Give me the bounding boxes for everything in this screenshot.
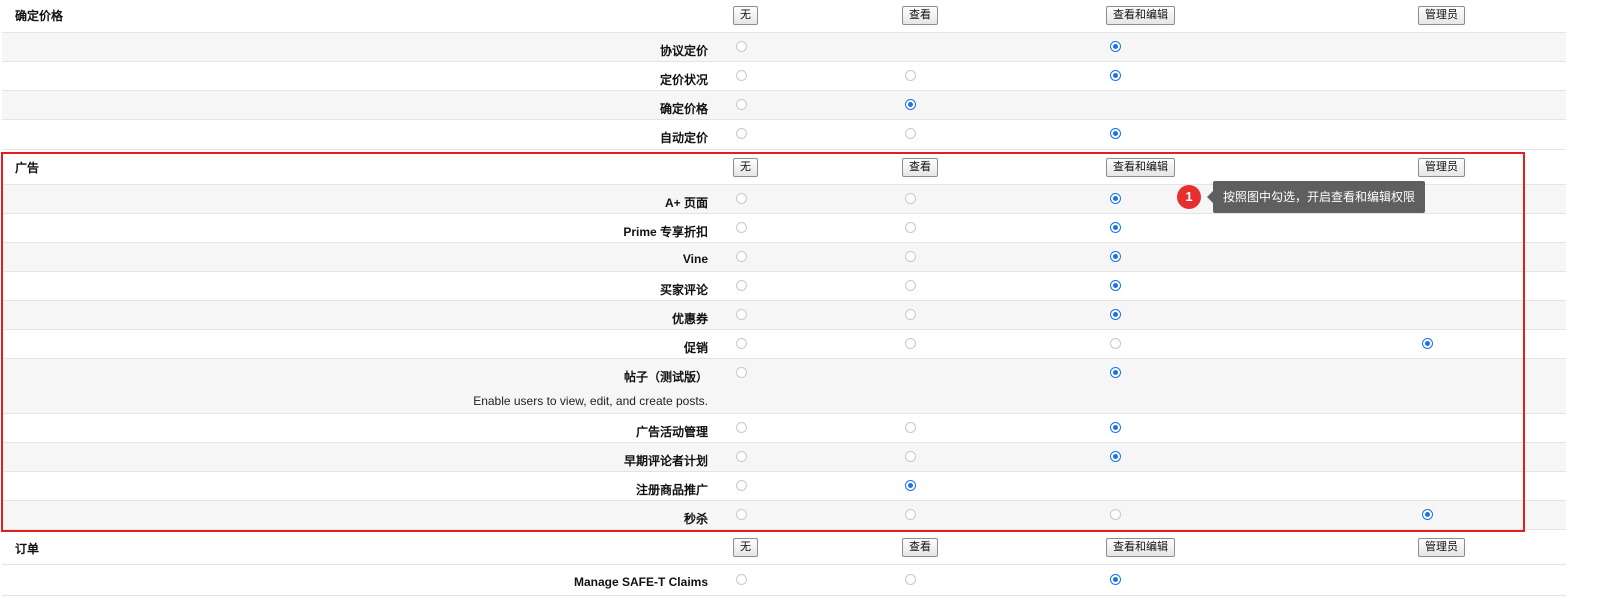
radio-view-edit[interactable] — [1110, 422, 1121, 433]
permission-row: 优惠券 — [2, 301, 1566, 330]
radio-view[interactable] — [905, 338, 916, 349]
permission-label: Manage SAFE-T Claims — [573, 575, 708, 589]
radio-view-edit[interactable] — [1110, 222, 1121, 233]
permission-row: 秒杀 — [2, 501, 1566, 530]
group-title: 确定价格 — [15, 9, 64, 23]
permission-label: 自动定价 — [659, 131, 708, 145]
radio-view-edit[interactable] — [1110, 367, 1121, 378]
set-all-none-button[interactable]: 无 — [733, 538, 758, 557]
set-all-admin-button[interactable]: 管理员 — [1418, 158, 1465, 177]
radio-view-edit[interactable] — [1110, 309, 1121, 320]
radio-view-edit[interactable] — [1110, 193, 1121, 204]
permission-row: 协议定价 — [2, 33, 1566, 62]
radio-view-edit[interactable] — [1110, 338, 1121, 349]
permission-label: 确定价格 — [659, 102, 708, 116]
radio-view-edit[interactable] — [1110, 251, 1121, 262]
group-title: 订单 — [15, 542, 40, 556]
set-all-none-button[interactable]: 无 — [733, 6, 758, 25]
group-header-orders: 订单 无 查看 查看和编辑 管理员 — [2, 532, 1566, 565]
set-all-view-edit-button[interactable]: 查看和编辑 — [1106, 538, 1175, 557]
radio-view-edit[interactable] — [1110, 128, 1121, 139]
permission-label: 定价状况 — [659, 73, 708, 87]
step-badge: 1 — [1177, 185, 1201, 209]
permission-label: Prime 专享折扣 — [623, 225, 708, 239]
radio-none[interactable] — [736, 309, 747, 320]
radio-view[interactable] — [905, 422, 916, 433]
permission-label: A+ 页面 — [664, 196, 708, 210]
radio-admin[interactable] — [1422, 338, 1433, 349]
set-all-admin-button[interactable]: 管理员 — [1418, 538, 1465, 557]
permission-row: 促销 — [2, 330, 1566, 359]
radio-view[interactable] — [905, 451, 916, 462]
radio-none[interactable] — [736, 451, 747, 462]
set-all-view-button[interactable]: 查看 — [902, 158, 938, 177]
permission-label: Vine — [682, 252, 708, 266]
radio-none[interactable] — [736, 280, 747, 291]
instruction-tooltip: 按照图中勾选，开启查看和编辑权限 — [1206, 181, 1426, 213]
radio-none[interactable] — [736, 509, 747, 520]
group-header-advertising: 广告 无 查看 查看和编辑 管理员 — [2, 150, 1566, 185]
group-title: 广告 — [15, 161, 40, 175]
radio-view-edit[interactable] — [1110, 70, 1121, 81]
radio-none[interactable] — [736, 222, 747, 233]
radio-view[interactable] — [905, 480, 916, 491]
radio-none[interactable] — [736, 574, 747, 585]
permission-row: Vine — [2, 243, 1566, 272]
permission-row: 确定价格 — [2, 91, 1566, 120]
permission-label: 注册商品推广 — [635, 483, 708, 497]
set-all-view-button[interactable]: 查看 — [902, 538, 938, 557]
radio-view[interactable] — [905, 222, 916, 233]
radio-view-edit[interactable] — [1110, 509, 1121, 520]
permission-row: 买家评论 — [2, 272, 1566, 301]
radio-view-edit[interactable] — [1110, 41, 1121, 52]
permission-label: 买家评论 — [659, 283, 708, 297]
radio-none[interactable] — [736, 367, 747, 378]
set-all-view-edit-button[interactable]: 查看和编辑 — [1106, 158, 1175, 177]
radio-view[interactable] — [905, 99, 916, 110]
radio-view-edit[interactable] — [1110, 451, 1121, 462]
radio-view[interactable] — [905, 70, 916, 81]
set-all-view-edit-button[interactable]: 查看和编辑 — [1106, 6, 1175, 25]
radio-view[interactable] — [905, 574, 916, 585]
radio-view[interactable] — [905, 280, 916, 291]
radio-none[interactable] — [736, 193, 747, 204]
permission-label: 广告活动管理 — [635, 425, 708, 439]
permission-row: Manage SAFE-T Claims — [2, 565, 1566, 596]
radio-none[interactable] — [736, 251, 747, 262]
permission-row: 广告活动管理 — [2, 414, 1566, 443]
permission-label: 帖子（测试版） — [623, 370, 708, 384]
radio-none[interactable] — [736, 338, 747, 349]
set-all-view-button[interactable]: 查看 — [902, 6, 938, 25]
permission-label: 协议定价 — [659, 44, 708, 58]
set-all-admin-button[interactable]: 管理员 — [1418, 6, 1465, 25]
radio-view[interactable] — [905, 251, 916, 262]
radio-none[interactable] — [736, 128, 747, 139]
radio-none[interactable] — [736, 41, 747, 52]
radio-none[interactable] — [736, 422, 747, 433]
permission-label: 早期评论者计划 — [623, 454, 708, 468]
permission-row: Prime 专享折扣 — [2, 214, 1566, 243]
radio-view[interactable] — [905, 509, 916, 520]
permission-row: 自动定价 — [2, 120, 1566, 150]
radio-view-edit[interactable] — [1110, 280, 1121, 291]
radio-view[interactable] — [905, 193, 916, 204]
radio-admin[interactable] — [1422, 509, 1433, 520]
radio-none[interactable] — [736, 70, 747, 81]
permission-row: 帖子（测试版） Enable users to view, edit, and … — [2, 359, 1566, 414]
radio-none[interactable] — [736, 480, 747, 491]
permission-row: 定价状况 — [2, 62, 1566, 91]
permission-description: Enable users to view, edit, and create p… — [473, 394, 708, 408]
radio-view-edit[interactable] — [1110, 574, 1121, 585]
permission-row: 早期评论者计划 — [2, 443, 1566, 472]
permission-label: 促销 — [683, 341, 708, 355]
radio-none[interactable] — [736, 99, 747, 110]
radio-view[interactable] — [905, 128, 916, 139]
permission-label: 优惠券 — [671, 312, 708, 326]
set-all-none-button[interactable]: 无 — [733, 158, 758, 177]
radio-view[interactable] — [905, 309, 916, 320]
permission-label: 秒杀 — [683, 512, 708, 526]
group-header-pricing: 确定价格 无 查看 查看和编辑 管理员 — [2, 0, 1566, 33]
permission-row: 注册商品推广 — [2, 472, 1566, 501]
